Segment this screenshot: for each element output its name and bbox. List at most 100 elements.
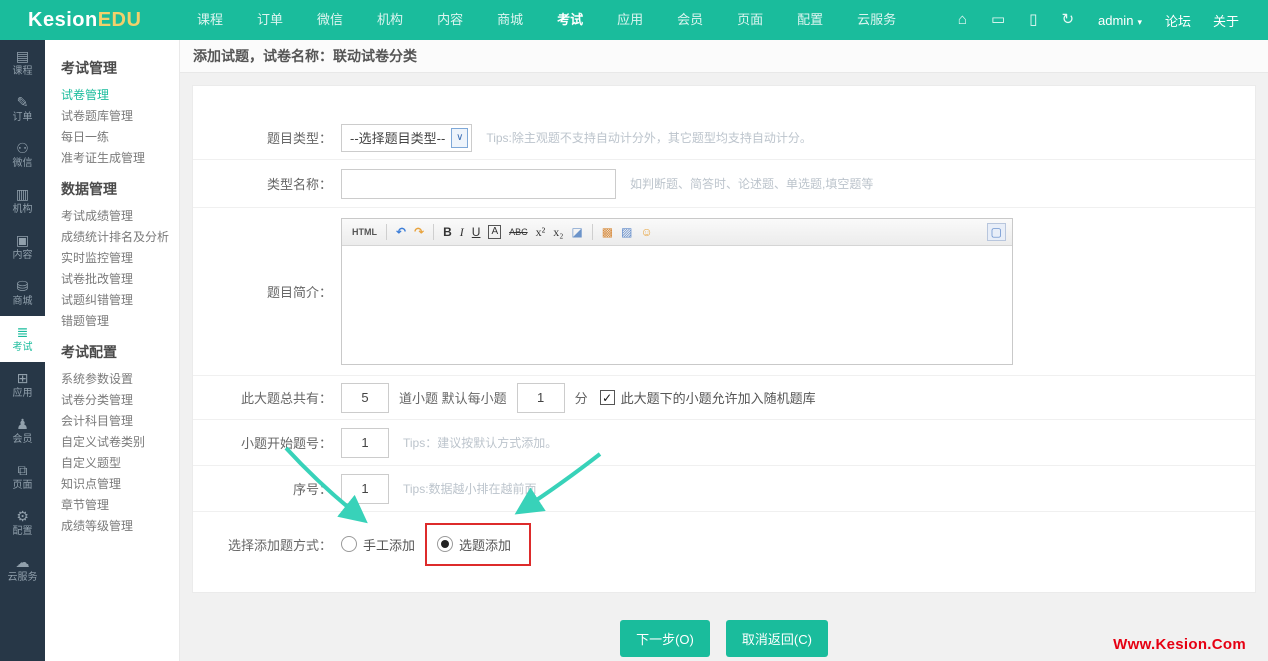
select-add-radio[interactable] <box>437 536 453 552</box>
redo-icon[interactable]: ↷ <box>410 220 428 245</box>
submenu-item-grade-levels[interactable]: 成绩等级管理 <box>61 516 179 537</box>
submenu-item-error-correction[interactable]: 试题纠错管理 <box>61 290 179 311</box>
top-menu-courses[interactable]: 课程 <box>180 0 240 40</box>
toolbar-separator <box>433 224 434 240</box>
order-number-tip: Tips:数据越小排在越前面 <box>403 480 537 497</box>
manual-add-radio[interactable] <box>341 536 357 552</box>
italic-icon[interactable]: I <box>456 220 468 245</box>
question-count-label: 此大题总共有： <box>193 388 341 407</box>
about-link[interactable]: 关于 <box>1202 11 1250 30</box>
submenu-item-paper-management[interactable]: 试卷管理 <box>61 85 179 106</box>
submenu-item-admission-ticket[interactable]: 准考证生成管理 <box>61 148 179 169</box>
sidebar-item-members[interactable]: ♟会员 <box>0 408 45 454</box>
submenu-item-score-stats[interactable]: 成绩统计排名及分析 <box>61 227 179 248</box>
submenu-item-paper-bank[interactable]: 试卷题库管理 <box>61 106 179 127</box>
sidebar-item-config[interactable]: ⚙配置 <box>0 500 45 546</box>
mobile-icon[interactable]: ▯ <box>1017 0 1049 40</box>
submenu-item-knowledge-points[interactable]: 知识点管理 <box>61 474 179 495</box>
submenu-item-chapters[interactable]: 章节管理 <box>61 495 179 516</box>
cloud-icon: ☁ <box>16 554 30 570</box>
question-count-mid-text: 道小题 默认每小题 <box>399 388 507 407</box>
editor-toolbar: HTML ↶ ↷ B I U A ABC x² x₂ ◪ ▩ ▨ ☺ <box>342 219 1012 246</box>
add-mode-label: 选择添加题方式： <box>193 535 341 554</box>
sidebar-item-mall[interactable]: ⛁商城 <box>0 270 45 316</box>
strikethrough-icon[interactable]: ABC <box>505 220 532 245</box>
top-menu-cloud[interactable]: 云服务 <box>840 0 913 40</box>
app-logo[interactable]: KesionEDU <box>0 9 180 32</box>
next-step-button[interactable]: 下一步(O) <box>620 620 710 657</box>
random-bank-checkbox[interactable]: ✓ <box>600 390 615 405</box>
submenu-item-accounting-subjects[interactable]: 会计科目管理 <box>61 411 179 432</box>
subscript-icon[interactable]: x₂ <box>549 220 567 245</box>
submenu-item-custom-paper-types[interactable]: 自定义试卷类别 <box>61 432 179 453</box>
top-menu-wechat[interactable]: 微信 <box>300 0 360 40</box>
top-menu-members[interactable]: 会员 <box>660 0 720 40</box>
question-type-select[interactable]: --选择题目类型-- ∨ <box>341 124 472 152</box>
cart-icon: ⛁ <box>17 278 29 294</box>
top-menu-exam[interactable]: 考试 <box>540 0 600 40</box>
submenu-item-system-params[interactable]: 系统参数设置 <box>61 369 179 390</box>
organization-icon: ▥ <box>16 186 29 202</box>
top-menu-institution[interactable]: 机构 <box>360 0 420 40</box>
default-score-input[interactable] <box>517 383 565 413</box>
order-number-input[interactable] <box>341 474 389 504</box>
top-menu-content[interactable]: 内容 <box>420 0 480 40</box>
desktop-icon[interactable]: ▭ <box>979 0 1017 40</box>
start-number-label: 小题开始题号： <box>193 433 341 452</box>
home-icon[interactable]: ⌂ <box>946 0 979 40</box>
insert-media-icon[interactable]: ▨ <box>617 220 636 245</box>
sidebar-item-pages[interactable]: ⧉页面 <box>0 454 45 500</box>
top-menu-mall[interactable]: 商城 <box>480 0 540 40</box>
submenu-section-exam-config: 考试配置 <box>61 342 179 362</box>
sidebar-item-wechat[interactable]: ⚇微信 <box>0 132 45 178</box>
sidebar-item-content[interactable]: ▣内容 <box>0 224 45 270</box>
top-menu-orders[interactable]: 订单 <box>240 0 300 40</box>
exam-submenu: 考试管理 试卷管理 试卷题库管理 每日一练 准考证生成管理 数据管理 考试成绩管… <box>45 40 180 661</box>
font-color-icon[interactable]: A <box>488 225 501 239</box>
fullscreen-icon[interactable]: ▢ <box>987 223 1006 241</box>
order-number-label: 序号： <box>193 479 341 498</box>
sidebar-item-cloud[interactable]: ☁云服务 <box>0 546 45 592</box>
start-number-input[interactable] <box>341 428 389 458</box>
undo-icon[interactable]: ↶ <box>392 220 410 245</box>
forum-link[interactable]: 论坛 <box>1154 11 1202 30</box>
sidebar-item-apps[interactable]: ⊞应用 <box>0 362 45 408</box>
main-content: 添加试题，试卷名称：联动试卷分类 题目类型： --选择题目类型-- ∨ Tips… <box>180 40 1268 661</box>
start-number-row: 小题开始题号： Tips：建议按默认方式添加。 <box>193 420 1255 466</box>
submenu-item-daily-practice[interactable]: 每日一练 <box>61 127 179 148</box>
submenu-item-paper-grading[interactable]: 试卷批改管理 <box>61 269 179 290</box>
sidebar-item-exam[interactable]: ≣考试 <box>0 316 45 362</box>
sidebar-item-institution[interactable]: ▥机构 <box>0 178 45 224</box>
type-name-tip: 如判断题、简答时、论述题、单选题,填空题等 <box>630 175 873 192</box>
refresh-icon[interactable]: ↻ <box>1049 0 1086 40</box>
submenu-item-custom-question-types[interactable]: 自定义题型 <box>61 453 179 474</box>
top-menu-config[interactable]: 配置 <box>780 0 840 40</box>
question-count-input[interactable] <box>341 383 389 413</box>
select-dropdown-icon[interactable]: ∨ <box>451 128 468 148</box>
submenu-section-data-management: 数据管理 <box>61 179 179 199</box>
score-unit-text: 分 <box>575 388 588 407</box>
rich-text-editor: HTML ↶ ↷ B I U A ABC x² x₂ ◪ ▩ ▨ ☺ <box>341 218 1013 365</box>
manual-add-radio-label: 手工添加 <box>363 535 415 554</box>
submenu-item-realtime-monitor[interactable]: 实时监控管理 <box>61 248 179 269</box>
sidebar-item-orders[interactable]: ✎订单 <box>0 86 45 132</box>
remove-format-icon[interactable]: ◪ <box>567 220 586 245</box>
topbar-right: ⌂ ▭ ▯ ↻ admin▾ 论坛 关于 <box>946 0 1268 40</box>
bold-icon[interactable]: B <box>439 220 456 245</box>
sidebar-item-courses[interactable]: ▤课程 <box>0 40 45 86</box>
submenu-item-paper-categories[interactable]: 试卷分类管理 <box>61 390 179 411</box>
submenu-item-scores[interactable]: 考试成绩管理 <box>61 206 179 227</box>
user-menu[interactable]: admin▾ <box>1086 13 1154 28</box>
submenu-item-wrong-questions[interactable]: 错题管理 <box>61 311 179 332</box>
insert-image-icon[interactable]: ▩ <box>598 220 617 245</box>
editor-content-area[interactable] <box>342 246 1012 364</box>
cancel-return-button[interactable]: 取消返回(C) <box>726 620 828 657</box>
top-menu-pages[interactable]: 页面 <box>720 0 780 40</box>
underline-icon[interactable]: U <box>468 220 485 245</box>
clipboard-icon: ✎ <box>17 94 29 110</box>
html-source-icon[interactable]: HTML <box>348 220 381 245</box>
superscript-icon[interactable]: x² <box>532 220 550 245</box>
type-name-input[interactable] <box>341 169 616 199</box>
top-menu-apps[interactable]: 应用 <box>600 0 660 40</box>
emoticon-icon[interactable]: ☺ <box>636 220 656 245</box>
